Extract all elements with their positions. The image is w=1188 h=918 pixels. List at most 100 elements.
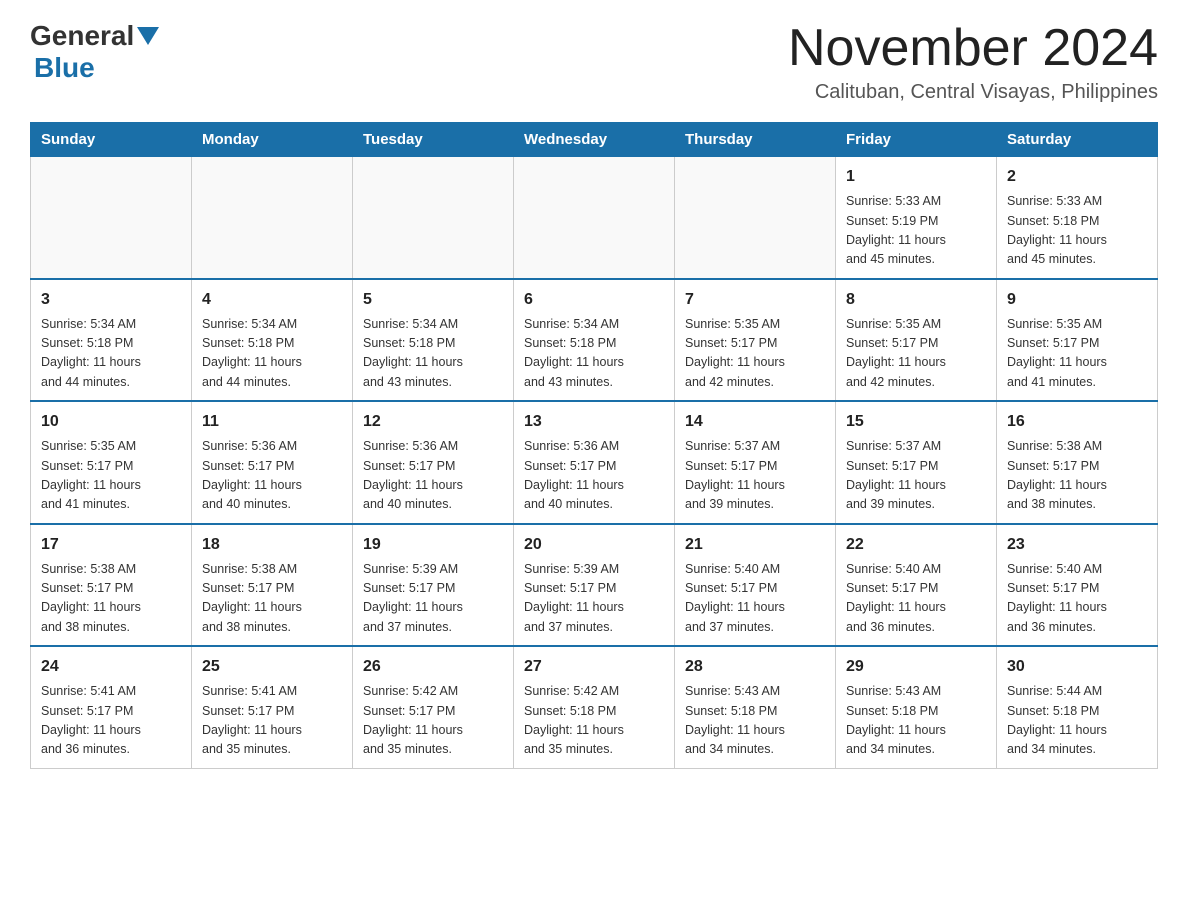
col-sunday: Sunday bbox=[31, 123, 192, 157]
day-info: Sunrise: 5:42 AMSunset: 5:18 PMDaylight:… bbox=[524, 682, 664, 760]
calendar-cell: 5 Sunrise: 5:34 AMSunset: 5:18 PMDaylight… bbox=[353, 279, 514, 402]
day-number: 18 bbox=[202, 533, 342, 557]
day-number: 3 bbox=[41, 288, 181, 312]
day-number: 30 bbox=[1007, 655, 1147, 679]
col-friday: Friday bbox=[836, 123, 997, 157]
day-info: Sunrise: 5:39 AMSunset: 5:17 PMDaylight:… bbox=[363, 560, 503, 638]
calendar-cell: 14 Sunrise: 5:37 AMSunset: 5:17 PMDayligh… bbox=[675, 401, 836, 524]
day-number: 16 bbox=[1007, 410, 1147, 434]
day-number: 10 bbox=[41, 410, 181, 434]
calendar-cell: 29 Sunrise: 5:43 AMSunset: 5:18 PMDayligh… bbox=[836, 646, 997, 768]
calendar-cell bbox=[353, 157, 514, 279]
calendar-cell: 2 Sunrise: 5:33 AMSunset: 5:18 PMDaylight… bbox=[997, 157, 1158, 279]
day-number: 4 bbox=[202, 288, 342, 312]
day-info: Sunrise: 5:34 AMSunset: 5:18 PMDaylight:… bbox=[202, 315, 342, 393]
day-number: 27 bbox=[524, 655, 664, 679]
day-number: 2 bbox=[1007, 165, 1147, 189]
day-number: 5 bbox=[363, 288, 503, 312]
calendar-cell: 1Sunrise: 5:33 AMSunset: 5:19 PMDaylight… bbox=[836, 157, 997, 279]
calendar-cell: 9 Sunrise: 5:35 AMSunset: 5:17 PMDaylight… bbox=[997, 279, 1158, 402]
col-wednesday: Wednesday bbox=[514, 123, 675, 157]
logo-blue-text: Blue bbox=[34, 52, 95, 84]
day-info: Sunrise: 5:38 AMSunset: 5:17 PMDaylight:… bbox=[202, 560, 342, 638]
day-info: Sunrise: 5:37 AMSunset: 5:17 PMDaylight:… bbox=[846, 437, 986, 515]
calendar-cell: 25 Sunrise: 5:41 AMSunset: 5:17 PMDayligh… bbox=[192, 646, 353, 768]
calendar-week-5: 24 Sunrise: 5:41 AMSunset: 5:17 PMDayligh… bbox=[31, 646, 1158, 768]
calendar-table: Sunday Monday Tuesday Wednesday Thursday… bbox=[30, 122, 1158, 769]
day-info: Sunrise: 5:34 AMSunset: 5:18 PMDaylight:… bbox=[524, 315, 664, 393]
page-header: General Blue November 2024 Calituban, Ce… bbox=[30, 20, 1158, 104]
day-number: 8 bbox=[846, 288, 986, 312]
day-number: 21 bbox=[685, 533, 825, 557]
calendar-header: Sunday Monday Tuesday Wednesday Thursday… bbox=[31, 123, 1158, 157]
calendar-cell: 21 Sunrise: 5:40 AMSunset: 5:17 PMDayligh… bbox=[675, 524, 836, 647]
calendar-cell: 27 Sunrise: 5:42 AMSunset: 5:18 PMDayligh… bbox=[514, 646, 675, 768]
day-info: Sunrise: 5:39 AMSunset: 5:17 PMDaylight:… bbox=[524, 560, 664, 638]
day-number: 24 bbox=[41, 655, 181, 679]
day-number: 11 bbox=[202, 410, 342, 434]
calendar-cell: 17 Sunrise: 5:38 AMSunset: 5:17 PMDayligh… bbox=[31, 524, 192, 647]
day-number: 22 bbox=[846, 533, 986, 557]
calendar-cell: 16 Sunrise: 5:38 AMSunset: 5:17 PMDayligh… bbox=[997, 401, 1158, 524]
calendar-cell: 8 Sunrise: 5:35 AMSunset: 5:17 PMDaylight… bbox=[836, 279, 997, 402]
col-tuesday: Tuesday bbox=[353, 123, 514, 157]
calendar-cell: 30Sunrise: 5:44 AMSunset: 5:18 PMDayligh… bbox=[997, 646, 1158, 768]
day-number: 12 bbox=[363, 410, 503, 434]
calendar-cell: 13Sunrise: 5:36 AMSunset: 5:17 PMDayligh… bbox=[514, 401, 675, 524]
calendar-cell: 15 Sunrise: 5:37 AMSunset: 5:17 PMDayligh… bbox=[836, 401, 997, 524]
day-number: 28 bbox=[685, 655, 825, 679]
calendar-cell: 20Sunrise: 5:39 AMSunset: 5:17 PMDayligh… bbox=[514, 524, 675, 647]
day-number: 19 bbox=[363, 533, 503, 557]
day-info: Sunrise: 5:35 AMSunset: 5:17 PMDaylight:… bbox=[846, 315, 986, 393]
day-info: Sunrise: 5:42 AMSunset: 5:17 PMDaylight:… bbox=[363, 682, 503, 760]
day-info: Sunrise: 5:43 AMSunset: 5:18 PMDaylight:… bbox=[846, 682, 986, 760]
day-number: 25 bbox=[202, 655, 342, 679]
month-title: November 2024 bbox=[788, 20, 1158, 77]
day-info: Sunrise: 5:41 AMSunset: 5:17 PMDaylight:… bbox=[202, 682, 342, 760]
day-info: Sunrise: 5:35 AMSunset: 5:17 PMDaylight:… bbox=[685, 315, 825, 393]
calendar-body: 1Sunrise: 5:33 AMSunset: 5:19 PMDaylight… bbox=[31, 157, 1158, 769]
calendar-week-3: 10Sunrise: 5:35 AMSunset: 5:17 PMDayligh… bbox=[31, 401, 1158, 524]
calendar-cell: 19 Sunrise: 5:39 AMSunset: 5:17 PMDayligh… bbox=[353, 524, 514, 647]
calendar-cell: 3 Sunrise: 5:34 AMSunset: 5:18 PMDaylight… bbox=[31, 279, 192, 402]
day-info: Sunrise: 5:34 AMSunset: 5:18 PMDaylight:… bbox=[41, 315, 181, 393]
day-number: 26 bbox=[363, 655, 503, 679]
col-saturday: Saturday bbox=[997, 123, 1158, 157]
calendar-week-2: 3 Sunrise: 5:34 AMSunset: 5:18 PMDaylight… bbox=[31, 279, 1158, 402]
day-number: 9 bbox=[1007, 288, 1147, 312]
calendar-cell bbox=[675, 157, 836, 279]
calendar-cell bbox=[192, 157, 353, 279]
col-monday: Monday bbox=[192, 123, 353, 157]
day-info: Sunrise: 5:43 AMSunset: 5:18 PMDaylight:… bbox=[685, 682, 825, 760]
day-info: Sunrise: 5:36 AMSunset: 5:17 PMDaylight:… bbox=[202, 437, 342, 515]
day-info: Sunrise: 5:36 AMSunset: 5:17 PMDaylight:… bbox=[524, 437, 664, 515]
day-info: Sunrise: 5:37 AMSunset: 5:17 PMDaylight:… bbox=[685, 437, 825, 515]
day-info: Sunrise: 5:35 AMSunset: 5:17 PMDaylight:… bbox=[1007, 315, 1147, 393]
day-number: 15 bbox=[846, 410, 986, 434]
day-number: 23 bbox=[1007, 533, 1147, 557]
day-info: Sunrise: 5:33 AMSunset: 5:18 PMDaylight:… bbox=[1007, 192, 1147, 270]
day-number: 29 bbox=[846, 655, 986, 679]
day-number: 14 bbox=[685, 410, 825, 434]
calendar-cell: 7 Sunrise: 5:35 AMSunset: 5:17 PMDaylight… bbox=[675, 279, 836, 402]
calendar-cell: 22 Sunrise: 5:40 AMSunset: 5:17 PMDayligh… bbox=[836, 524, 997, 647]
day-info: Sunrise: 5:40 AMSunset: 5:17 PMDaylight:… bbox=[685, 560, 825, 638]
day-info: Sunrise: 5:38 AMSunset: 5:17 PMDaylight:… bbox=[1007, 437, 1147, 515]
day-number: 1 bbox=[846, 165, 986, 189]
day-info: Sunrise: 5:40 AMSunset: 5:17 PMDaylight:… bbox=[846, 560, 986, 638]
calendar-cell: 12 Sunrise: 5:36 AMSunset: 5:17 PMDayligh… bbox=[353, 401, 514, 524]
logo: General Blue bbox=[30, 20, 159, 84]
calendar-cell bbox=[31, 157, 192, 279]
day-info: Sunrise: 5:38 AMSunset: 5:17 PMDaylight:… bbox=[41, 560, 181, 638]
day-info: Sunrise: 5:34 AMSunset: 5:18 PMDaylight:… bbox=[363, 315, 503, 393]
day-number: 7 bbox=[685, 288, 825, 312]
location-subtitle: Calituban, Central Visayas, Philippines bbox=[788, 81, 1158, 104]
calendar-cell: 10Sunrise: 5:35 AMSunset: 5:17 PMDayligh… bbox=[31, 401, 192, 524]
title-area: November 2024 Calituban, Central Visayas… bbox=[788, 20, 1158, 104]
header-row: Sunday Monday Tuesday Wednesday Thursday… bbox=[31, 123, 1158, 157]
day-number: 17 bbox=[41, 533, 181, 557]
calendar-cell: 26 Sunrise: 5:42 AMSunset: 5:17 PMDayligh… bbox=[353, 646, 514, 768]
calendar-cell: 18 Sunrise: 5:38 AMSunset: 5:17 PMDayligh… bbox=[192, 524, 353, 647]
day-info: Sunrise: 5:36 AMSunset: 5:17 PMDaylight:… bbox=[363, 437, 503, 515]
calendar-week-4: 17 Sunrise: 5:38 AMSunset: 5:17 PMDayligh… bbox=[31, 524, 1158, 647]
